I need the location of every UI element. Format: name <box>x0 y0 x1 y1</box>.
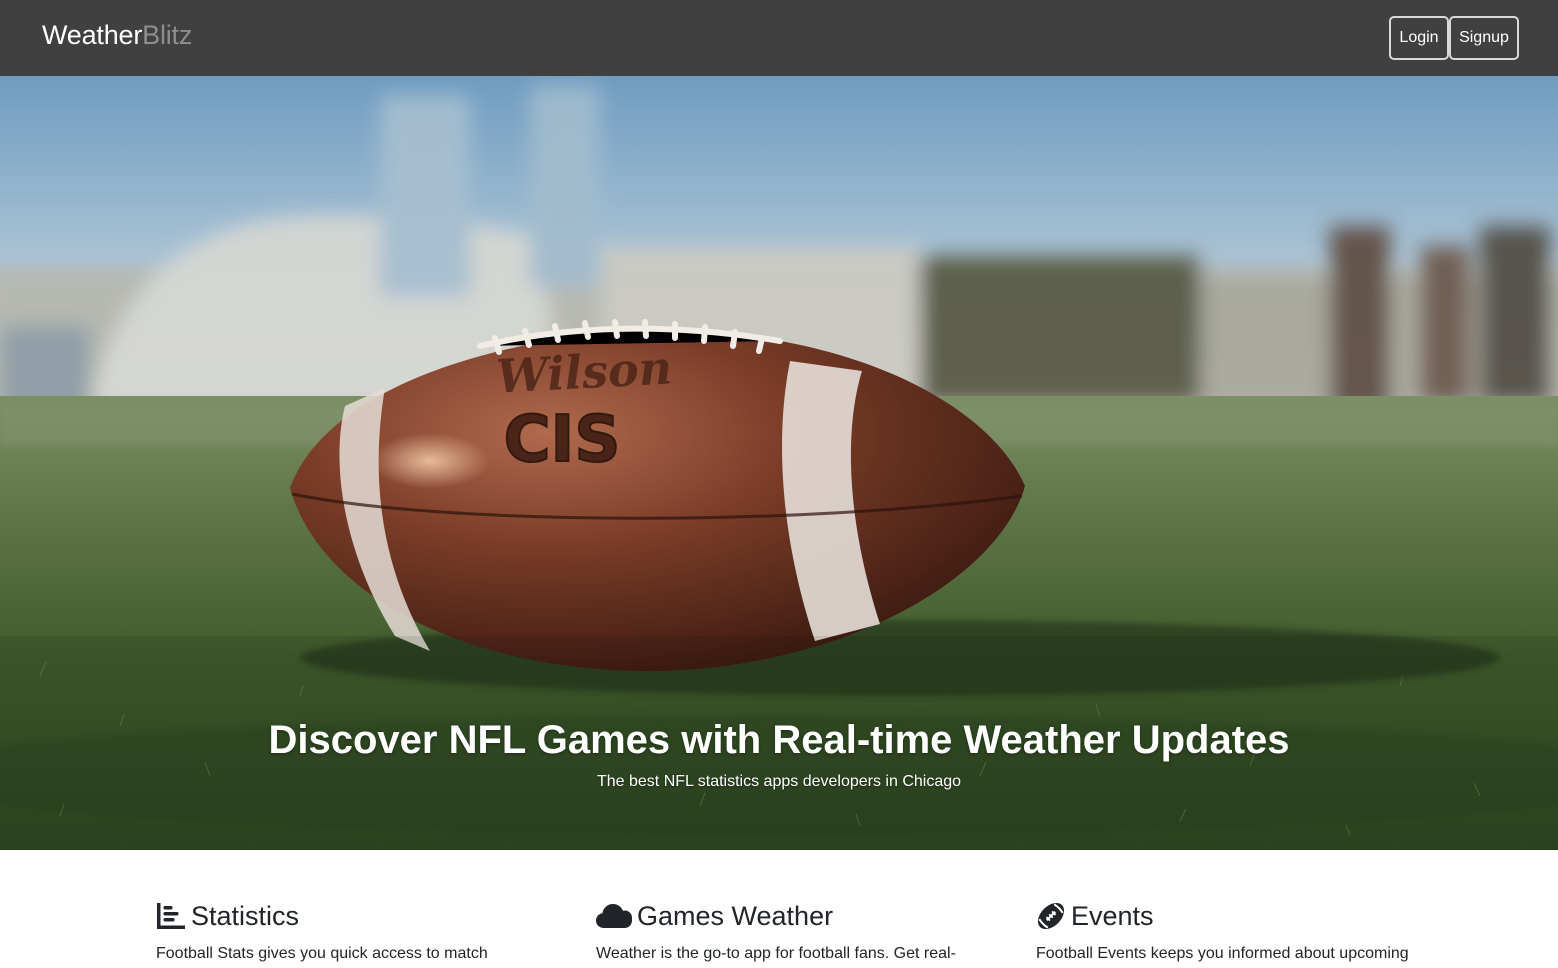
feature-statistics: Statistics Football Stats gives you quic… <box>156 898 556 966</box>
brand-secondary-text: Blitz <box>142 20 193 50</box>
feature-title: Events <box>1071 901 1154 931</box>
hero-banner: Wilson CIS Discover NFL Games with Real-… <box>0 76 1558 850</box>
top-navbar: WeatherBlitz Login Signup <box>0 0 1558 76</box>
feature-events: Events Football Events keeps you informe… <box>1036 898 1436 966</box>
cloud-icon <box>596 904 632 928</box>
signup-button[interactable]: Signup <box>1449 16 1519 60</box>
bar-chart-icon <box>157 903 185 929</box>
feature-description: Weather is the go-to app for football fa… <box>596 945 956 962</box>
brand-logo[interactable]: WeatherBlitz <box>42 18 192 52</box>
football-icon <box>1037 902 1065 930</box>
feature-title: Statistics <box>191 901 300 931</box>
feature-games-weather: Games Weather Weather is the go-to app f… <box>596 898 996 966</box>
features-section: Statistics Football Stats gives you quic… <box>0 850 1558 968</box>
svg-text:Wilson: Wilson <box>495 340 673 403</box>
login-button[interactable]: Login <box>1389 16 1449 60</box>
brand-primary-text: Weather <box>42 20 143 50</box>
feature-title: Games Weather <box>637 901 834 931</box>
hero-subtitle: The best NFL statistics apps developers … <box>596 773 962 790</box>
hero-title: Discover NFL Games with Real-time Weathe… <box>268 718 1290 762</box>
feature-description: Football Stats gives you quick access to… <box>156 945 488 962</box>
svg-text:CIS: CIS <box>504 403 621 477</box>
feature-description: Football Events keeps you informed about… <box>1036 945 1409 962</box>
